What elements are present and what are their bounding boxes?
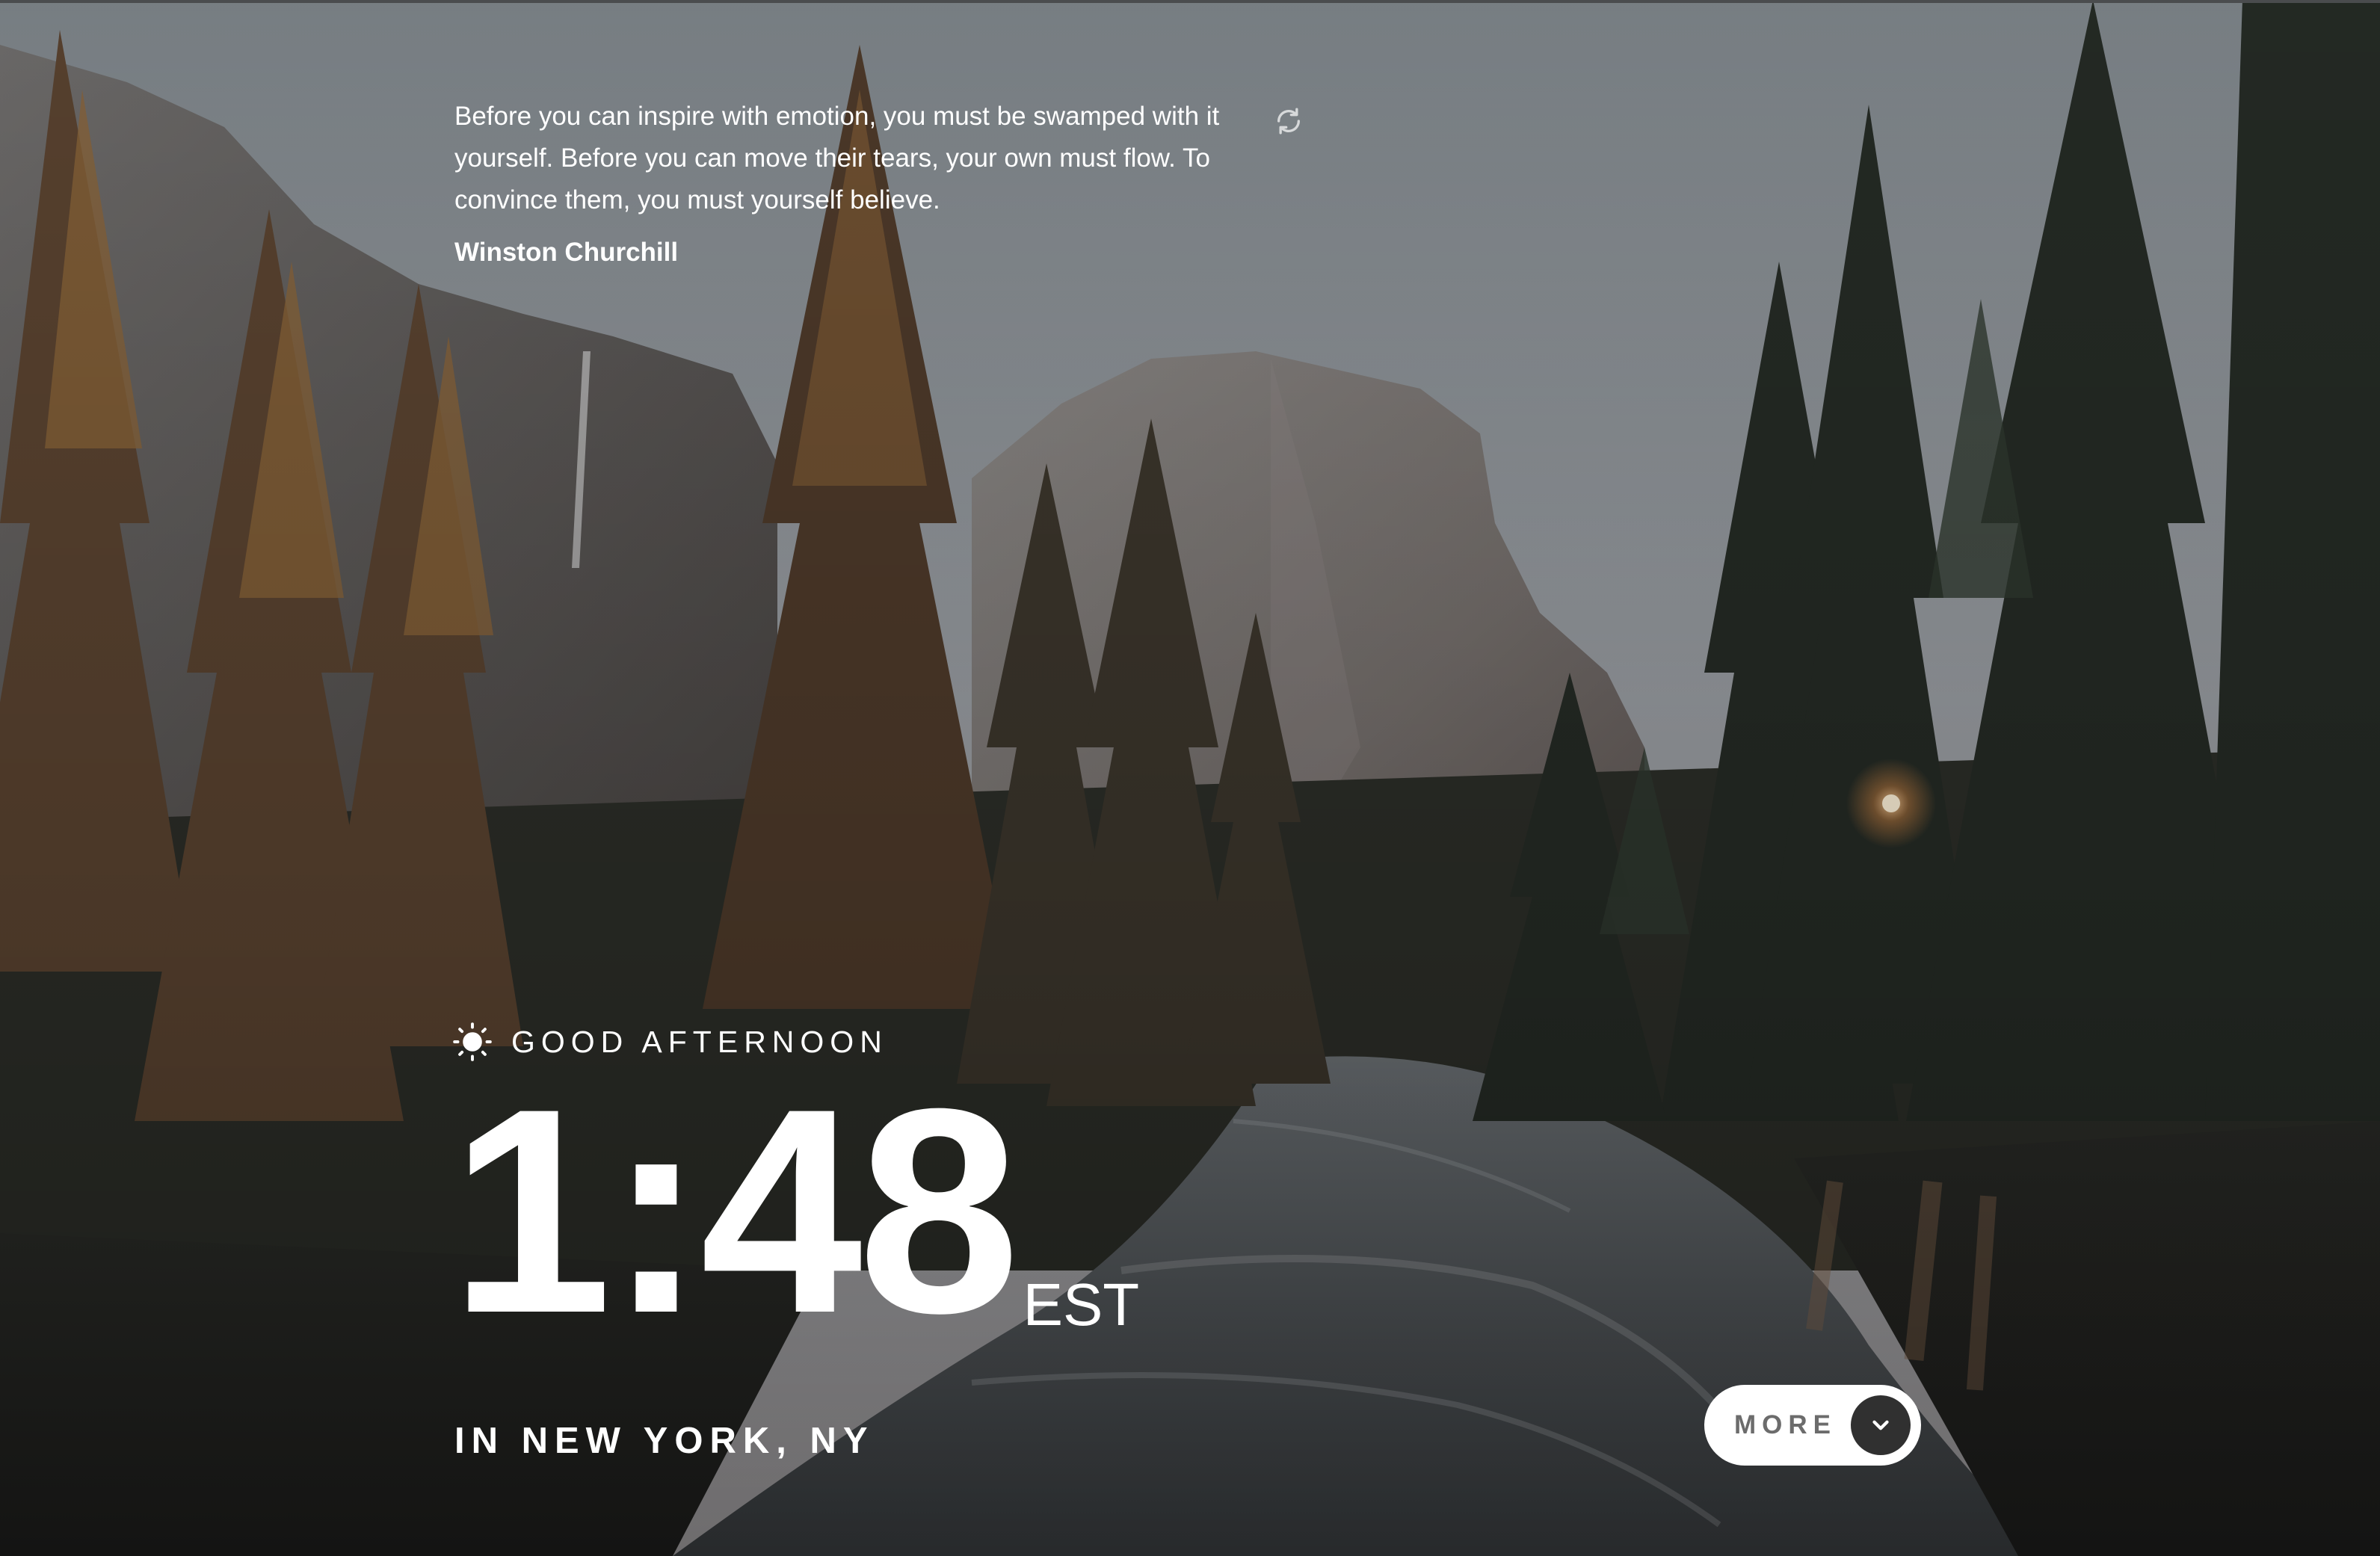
clock: 1:48 EST bbox=[450, 1048, 1140, 1374]
quote-block: Before you can inspire with emotion, you… bbox=[454, 96, 1300, 268]
more-button[interactable]: MORE bbox=[1704, 1385, 1921, 1466]
clock-time: 1:48 bbox=[450, 1048, 1020, 1374]
refresh-icon bbox=[1274, 106, 1304, 140]
clock-timezone: EST bbox=[1023, 1271, 1140, 1338]
location-text: IN NEW YORK, NY bbox=[454, 1421, 875, 1461]
quote-text: Before you can inspire with emotion, you… bbox=[454, 102, 1220, 214]
more-button-label: MORE bbox=[1734, 1410, 1837, 1439]
refresh-quote-button[interactable] bbox=[1269, 103, 1308, 142]
chevron-down-icon bbox=[1851, 1395, 1911, 1455]
clock-app: Before you can inspire with emotion, you… bbox=[0, 0, 2380, 1556]
top-border bbox=[0, 0, 2380, 3]
quote-author: Winston Churchill bbox=[454, 238, 679, 267]
